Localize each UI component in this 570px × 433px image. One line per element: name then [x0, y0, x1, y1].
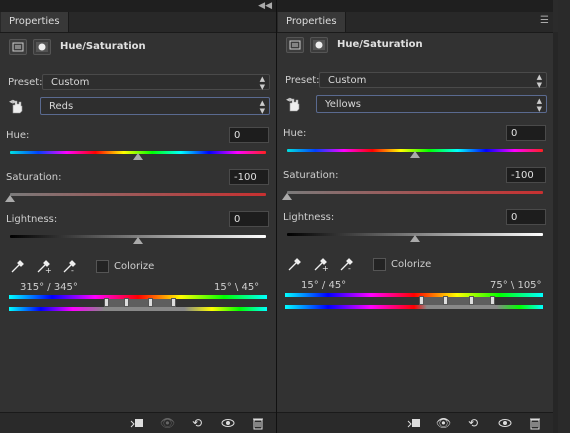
range-right-degrees: 15° \ 45° — [214, 282, 260, 293]
preset-dropdown[interactable]: Custom ▲ ▼ — [319, 72, 547, 89]
saturation-slider-track[interactable] — [10, 193, 266, 196]
lightness-slider-thumb[interactable] — [133, 237, 143, 244]
adjustment-title: Hue/Saturation — [337, 39, 423, 50]
targeted-adjustment-hand-icon[interactable]: ◀▶ — [286, 96, 302, 112]
targeted-adjustment-hand-icon[interactable]: ◀▶ — [9, 98, 25, 114]
clip-to-layer-icon[interactable] — [130, 416, 144, 430]
svg-text:◀▶: ◀▶ — [9, 99, 17, 105]
saturation-slider-thumb[interactable] — [282, 193, 292, 200]
hue-slider-thumb[interactable] — [410, 151, 420, 158]
tab-properties[interactable]: Properties — [1, 12, 69, 32]
range-slider-right-inner[interactable] — [148, 298, 153, 307]
hue-label: Hue: — [6, 130, 30, 141]
properties-panel-right: Properties ☰ Hue/Saturation Preset: Cust… — [277, 0, 553, 433]
range-slider-right-inner[interactable] — [469, 296, 474, 305]
double-chevron-left-icon[interactable]: ◀◀ — [258, 0, 272, 12]
layer-mask-icon[interactable] — [33, 39, 51, 55]
add-to-sample-eyedropper-icon[interactable]: + — [313, 256, 329, 273]
color-range-selection[interactable] — [104, 299, 176, 307]
layer-mask-icon[interactable] — [310, 37, 328, 53]
reset-icon[interactable]: ⟲ — [190, 416, 204, 430]
panel-menu-icon[interactable]: ☰ — [540, 12, 549, 30]
lightness-input[interactable]: 0 — [229, 211, 269, 227]
tab-row: Properties ☰ — [277, 12, 553, 33]
adjustment-title: Hue/Saturation — [60, 41, 146, 52]
dropdown-arrows-icon: ▲ ▼ — [536, 73, 542, 89]
hue-input[interactable]: 0 — [229, 127, 269, 143]
adjustment-layer-icon[interactable] — [9, 39, 27, 55]
channel-dropdown[interactable]: Reds ▲ ▼ — [40, 97, 270, 115]
lightness-input[interactable]: 0 — [506, 209, 546, 225]
range-slider-left-outer[interactable] — [104, 298, 109, 307]
range-slider-right-outer[interactable] — [171, 298, 176, 307]
hue-label: Hue: — [283, 128, 307, 139]
svg-text:+: + — [322, 264, 329, 272]
range-slider-right-outer[interactable] — [490, 296, 495, 305]
dropdown-arrows-icon: ▲ ▼ — [259, 99, 265, 115]
subtract-from-sample-eyedropper-icon[interactable]: - — [62, 258, 78, 275]
range-left-degrees: 15° / 45° — [301, 280, 347, 291]
clip-to-layer-icon[interactable] — [407, 416, 421, 430]
svg-text:-: - — [348, 264, 351, 272]
panel-footer: 👁 ⟲ — [277, 412, 553, 433]
preset-label: Preset: — [8, 77, 43, 88]
channel-value: Reds — [49, 101, 74, 112]
saturation-label: Saturation: — [6, 172, 62, 183]
svg-text:-: - — [71, 266, 74, 274]
add-to-sample-eyedropper-icon[interactable]: + — [36, 258, 52, 275]
preset-value: Custom — [328, 75, 367, 86]
saturation-slider-track[interactable] — [287, 191, 543, 194]
svg-text:+: + — [45, 266, 52, 274]
range-left-degrees: 315° / 345° — [20, 282, 78, 293]
view-previous-state-icon: 👁 — [160, 416, 176, 430]
channel-value: Yellows — [325, 99, 361, 110]
svg-text:◀▶: ◀▶ — [286, 97, 294, 103]
saturation-slider-thumb[interactable] — [5, 195, 15, 202]
result-color-bar — [9, 307, 267, 311]
panel-top-bar — [277, 0, 553, 12]
range-slider-left-inner[interactable] — [124, 298, 129, 307]
hue-input[interactable]: 0 — [506, 125, 546, 141]
colorize-label: Colorize — [391, 259, 432, 270]
eyedropper-icon[interactable] — [10, 258, 26, 274]
lightness-slider-thumb[interactable] — [410, 235, 420, 242]
preset-dropdown[interactable]: Custom ▲ ▼ — [42, 74, 270, 91]
saturation-input[interactable]: -100 — [506, 167, 546, 183]
dropdown-arrows-icon: ▲ ▼ — [536, 97, 542, 113]
preset-label: Preset: — [285, 75, 320, 86]
trash-icon[interactable] — [528, 416, 542, 430]
visibility-eye-icon[interactable] — [498, 416, 512, 430]
color-range-selection[interactable] — [419, 297, 493, 305]
hue-slider-thumb[interactable] — [133, 153, 143, 160]
trash-icon[interactable] — [251, 416, 265, 430]
lightness-label: Lightness: — [283, 212, 335, 223]
panel-top-bar: ◀◀ — [0, 0, 276, 12]
panel-footer: 👁 ⟲ — [0, 412, 276, 433]
eyedropper-icon[interactable] — [287, 256, 303, 272]
range-slider-left-inner[interactable] — [443, 296, 448, 305]
properties-panel-left: ◀◀ Properties Hue/Saturation Preset: Cus… — [0, 0, 276, 433]
colorize-checkbox[interactable] — [373, 258, 386, 271]
result-color-bar — [285, 305, 543, 309]
tab-properties[interactable]: Properties — [278, 12, 346, 32]
adjustment-layer-icon[interactable] — [286, 37, 304, 53]
reset-icon[interactable]: ⟲ — [466, 416, 480, 430]
dock-edge — [558, 0, 570, 433]
channel-dropdown[interactable]: Yellows ▲ ▼ — [316, 95, 547, 113]
saturation-input[interactable]: -100 — [229, 169, 269, 185]
range-right-degrees: 75° \ 105° — [490, 280, 542, 291]
saturation-label: Saturation: — [283, 170, 339, 181]
colorize-checkbox[interactable] — [96, 260, 109, 273]
tab-row: Properties — [0, 12, 276, 33]
source-color-bar — [285, 293, 543, 297]
preset-value: Custom — [51, 77, 90, 88]
subtract-from-sample-eyedropper-icon[interactable]: - — [339, 256, 355, 273]
range-slider-left-outer[interactable] — [419, 296, 424, 305]
visibility-eye-icon[interactable] — [221, 416, 235, 430]
lightness-label: Lightness: — [6, 214, 58, 225]
colorize-label: Colorize — [114, 261, 155, 272]
view-previous-state-icon[interactable]: 👁 — [436, 416, 451, 430]
dropdown-arrows-icon: ▲ ▼ — [259, 75, 265, 91]
